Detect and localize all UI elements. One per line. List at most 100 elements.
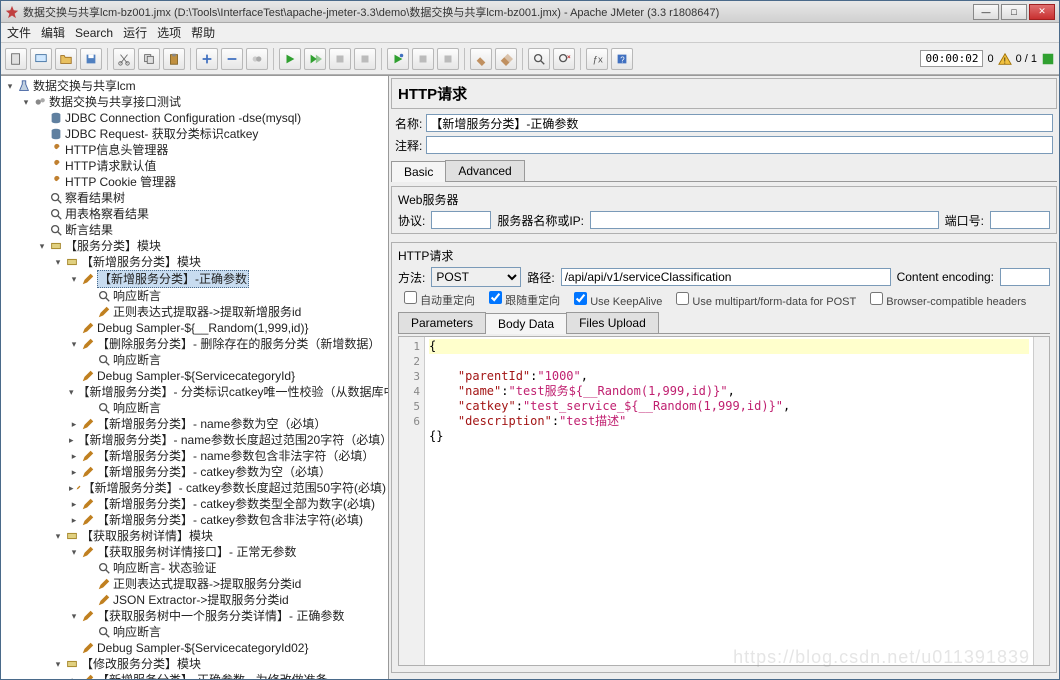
collapse-button[interactable]: [221, 48, 243, 70]
warning-icon: !: [998, 52, 1012, 66]
start-noTimer-button[interactable]: [304, 48, 326, 70]
stop-button[interactable]: [329, 48, 351, 70]
toggle-icon[interactable]: ▾: [5, 81, 15, 91]
pencil-icon: [81, 417, 95, 431]
status-icon: [1041, 52, 1055, 66]
pencil-icon: [81, 609, 95, 623]
pencil-icon: [81, 545, 95, 559]
menubar: 文件 编辑 Search 运行 选项 帮助: [1, 23, 1059, 43]
toolbar: ƒx ? 00:00:02 0 ! 0 / 1: [1, 43, 1059, 75]
subtab-parameters[interactable]: Parameters: [398, 312, 486, 333]
pencil-icon: [97, 593, 111, 607]
templates-button[interactable]: [30, 48, 52, 70]
save-button[interactable]: [80, 48, 102, 70]
pencil-icon: [81, 673, 95, 679]
pencil-icon: [81, 272, 95, 286]
thread-group[interactable]: 数据交换与共享接口测试: [49, 94, 181, 110]
controller-icon: [65, 657, 79, 671]
svg-text:!: !: [1003, 56, 1005, 65]
menu-options[interactable]: 选项: [157, 24, 181, 41]
port-field[interactable]: [990, 211, 1050, 229]
chk-browser-headers[interactable]: [870, 292, 883, 305]
pencil-icon: [81, 369, 95, 383]
http-request-panel: HTTP请求 名称: 注释: Basic Advanced Web服务器 协议:…: [389, 76, 1059, 679]
body-data-editor[interactable]: 123456 { "parentId":"1000", "name":"test…: [398, 336, 1050, 666]
window-title: 数据交换与共享lcm-bz001.jmx (D:\Tools\Interface…: [23, 4, 973, 20]
help-button[interactable]: ?: [611, 48, 633, 70]
comment-field[interactable]: [426, 136, 1053, 154]
pencil-icon: [81, 465, 95, 479]
wrench-icon: [49, 143, 63, 157]
selected-node[interactable]: 【新增服务分类】-正确参数: [97, 270, 249, 288]
pencil-icon: [81, 513, 95, 527]
close-button[interactable]: ✕: [1029, 4, 1055, 20]
shutdown-button[interactable]: [354, 48, 376, 70]
reset-search-button[interactable]: [553, 48, 575, 70]
search-icon: [97, 625, 111, 639]
http-request-group: HTTP请求: [398, 247, 1050, 264]
tab-advanced[interactable]: Advanced: [445, 160, 524, 181]
controller-icon: [65, 255, 79, 269]
clear-button[interactable]: [470, 48, 492, 70]
db-icon: [49, 127, 63, 141]
toggle-button[interactable]: [246, 48, 268, 70]
db-icon: [49, 111, 63, 125]
remote-stop-button[interactable]: [412, 48, 434, 70]
copy-button[interactable]: [138, 48, 160, 70]
search-icon: [49, 191, 63, 205]
chk-keepalive[interactable]: [574, 292, 587, 305]
menu-run[interactable]: 运行: [123, 24, 147, 41]
controller-icon: [65, 529, 79, 543]
search-button[interactable]: [528, 48, 550, 70]
paste-button[interactable]: [163, 48, 185, 70]
elapsed-time: 00:00:02: [920, 50, 983, 67]
wrench-icon: [49, 175, 63, 189]
warn-count-a: 0: [987, 53, 993, 65]
method-select[interactable]: POST: [431, 267, 521, 287]
minimize-button[interactable]: —: [973, 4, 999, 20]
menu-help[interactable]: 帮助: [191, 24, 215, 41]
gears-icon: [33, 95, 47, 109]
menu-search[interactable]: Search: [75, 26, 113, 40]
name-field[interactable]: [426, 114, 1053, 132]
start-button[interactable]: [279, 48, 301, 70]
comment-label: 注释:: [395, 137, 422, 154]
controller-icon: [49, 239, 63, 253]
chk-auto-redirect[interactable]: [404, 291, 417, 304]
remote-start-button[interactable]: [387, 48, 409, 70]
maximize-button[interactable]: □: [1001, 4, 1027, 20]
menu-file[interactable]: 文件: [7, 24, 31, 41]
subtab-body-data[interactable]: Body Data: [485, 313, 567, 334]
vertical-scrollbar[interactable]: [1033, 337, 1049, 665]
clear-all-button[interactable]: [495, 48, 517, 70]
chk-follow-redirect[interactable]: [489, 291, 502, 304]
thread-count: 0 / 1: [1016, 53, 1037, 65]
search-icon: [97, 289, 111, 303]
search-icon: [97, 353, 111, 367]
subtab-files-upload[interactable]: Files Upload: [566, 312, 659, 333]
pencil-icon: [97, 577, 111, 591]
remote-shutdown-button[interactable]: [437, 48, 459, 70]
chk-multipart[interactable]: [676, 292, 689, 305]
line-gutter: 123456: [399, 337, 425, 665]
protocol-field[interactable]: [431, 211, 491, 229]
tab-basic[interactable]: Basic: [391, 161, 446, 182]
server-field[interactable]: [590, 211, 939, 229]
pencil-icon: [81, 321, 95, 335]
expand-button[interactable]: [196, 48, 218, 70]
tree-root[interactable]: 数据交换与共享lcm: [33, 78, 136, 94]
menu-edit[interactable]: 编辑: [41, 24, 65, 41]
pencil-icon: [97, 305, 111, 319]
test-plan-tree[interactable]: ▾数据交换与共享lcm ▾数据交换与共享接口测试 JDBC Connection…: [1, 76, 389, 679]
cut-button[interactable]: [113, 48, 135, 70]
pencil-icon: [81, 337, 95, 351]
encoding-field[interactable]: [1000, 268, 1050, 286]
open-button[interactable]: [55, 48, 77, 70]
wrench-icon: [49, 159, 63, 173]
path-field[interactable]: [561, 268, 891, 286]
titlebar: 数据交换与共享lcm-bz001.jmx (D:\Tools\Interface…: [1, 1, 1059, 23]
new-button[interactable]: [5, 48, 27, 70]
panel-title: HTTP请求: [391, 78, 1057, 109]
search-icon: [97, 561, 111, 575]
function-button[interactable]: ƒx: [586, 48, 608, 70]
